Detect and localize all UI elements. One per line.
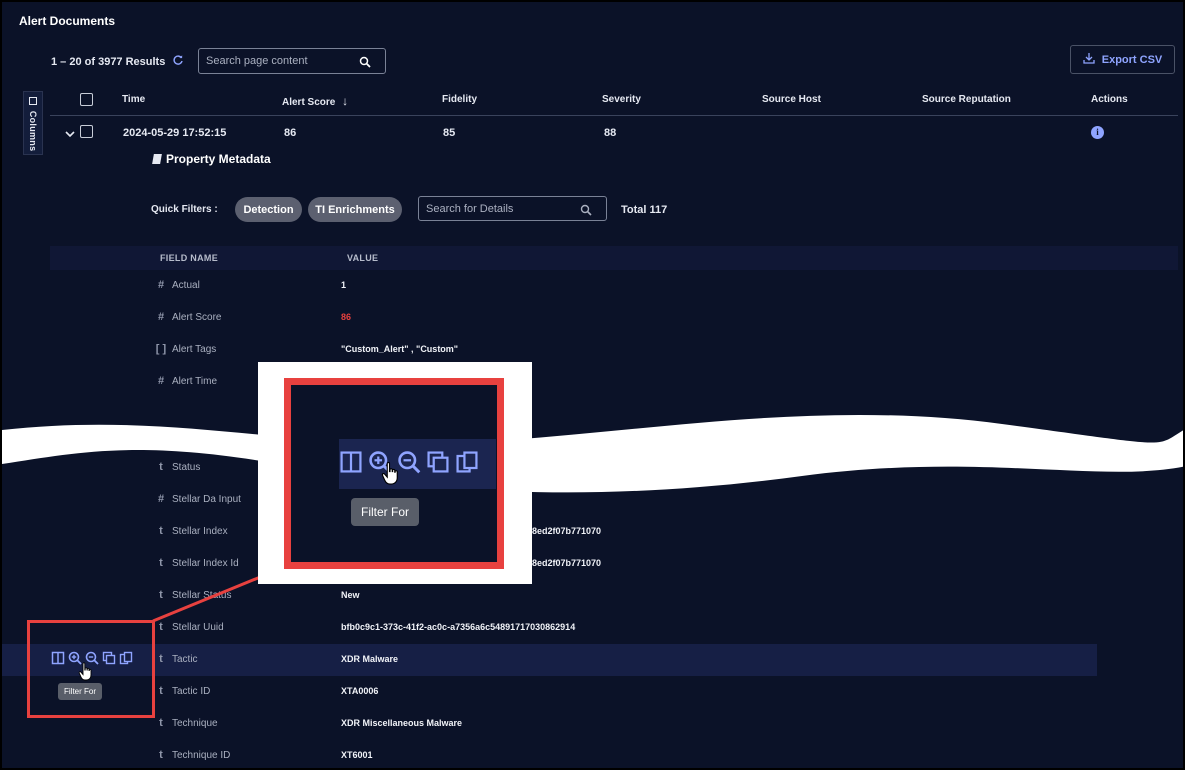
copy-alt-icon[interactable] — [455, 450, 479, 479]
zoomed-row-action-toolbar — [339, 439, 496, 489]
zoom-callout-frame: Filter For — [284, 378, 504, 569]
callout-connector — [152, 562, 293, 623]
filter-for-tooltip-zoomed: Filter For — [351, 498, 419, 526]
copy-icon[interactable] — [426, 450, 450, 479]
hand-cursor-icon — [381, 461, 398, 485]
screenshot-frame: Alert Documents 1 – 20 of 3977 Results E… — [0, 0, 1185, 770]
zoom-callout: Filter For — [258, 362, 532, 584]
split-view-icon[interactable] — [339, 450, 363, 479]
